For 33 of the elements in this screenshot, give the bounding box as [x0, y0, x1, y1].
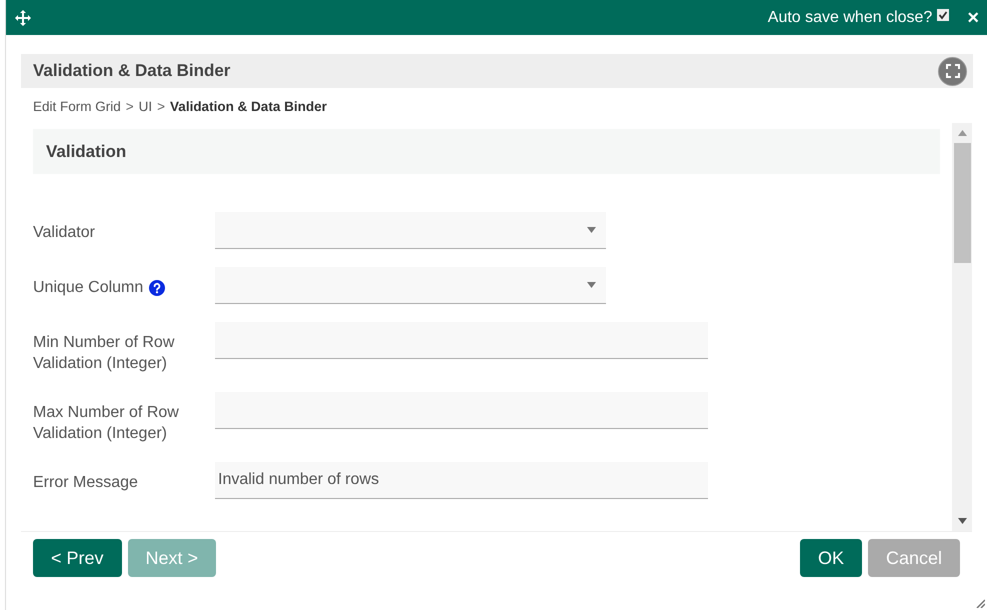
section-title: Validation — [46, 142, 126, 162]
select-field[interactable] — [215, 267, 606, 304]
breadcrumb-item[interactable]: UI — [138, 98, 152, 114]
panel-title: Validation & Data Binder — [33, 61, 232, 81]
breadcrumb-separator: > — [157, 98, 166, 114]
help-icon[interactable] — [149, 280, 166, 296]
fullscreen-icon — [946, 64, 960, 78]
breadcrumb-item: Validation & Data Binder — [170, 98, 327, 114]
field-label: Unique Column — [33, 278, 144, 298]
auto-save-checkbox[interactable] — [937, 8, 950, 20]
close-button[interactable]: × — [967, 8, 979, 28]
scrollbar-thumb[interactable] — [954, 143, 970, 263]
action-button[interactable]: OK — [800, 539, 862, 577]
dropdown-arrow-icon — [587, 282, 596, 288]
field-label: Error Message — [33, 473, 139, 493]
resize-grip-icon[interactable] — [975, 598, 985, 608]
field-label: Validator — [33, 223, 96, 243]
fullscreen-button[interactable] — [938, 56, 967, 86]
auto-save-label: Auto save when close? — [768, 8, 932, 26]
scroll-up-arrow-icon[interactable] — [958, 130, 966, 136]
input-field[interactable]: Invalid number of rows — [215, 462, 708, 499]
dropdown-arrow-icon — [587, 227, 596, 233]
field-label: Max Number of Row Validation (Integer) — [33, 403, 180, 444]
input-field[interactable] — [215, 322, 708, 359]
scrollbar[interactable] — [952, 123, 972, 531]
scroll-down-arrow-icon[interactable] — [958, 518, 966, 524]
move-icon[interactable] — [15, 10, 31, 26]
field-label: Min Number of Row Validation (Integer) — [33, 333, 176, 374]
breadcrumb-item[interactable]: Edit Form Grid — [33, 98, 121, 114]
action-button[interactable]: < Prev — [33, 539, 122, 577]
breadcrumb-separator: > — [126, 98, 134, 114]
input-field[interactable] — [215, 392, 708, 429]
select-field[interactable] — [215, 212, 606, 249]
